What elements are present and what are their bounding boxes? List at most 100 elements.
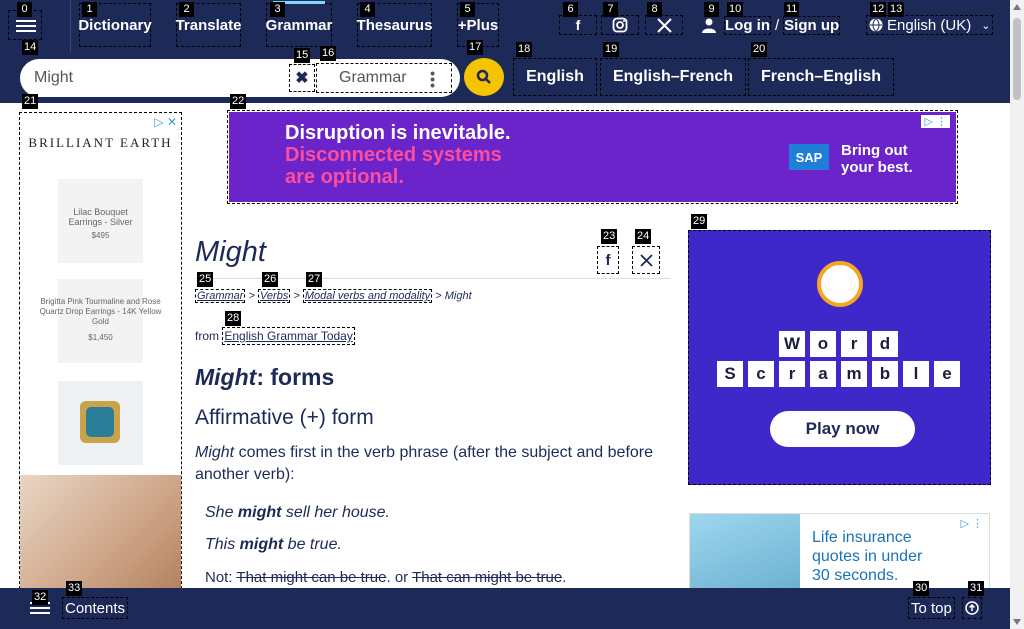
- example-sentence: This might be true.: [205, 536, 342, 554]
- banner-ad-tagline: Bring out your best.: [841, 142, 913, 176]
- marker-label: 14: [22, 40, 39, 55]
- source-link[interactable]: English Grammar Today: [222, 327, 355, 345]
- incorrect-example: That can might be true: [412, 569, 563, 586]
- marker-label: 7: [603, 2, 618, 17]
- page-title: Might: [195, 236, 266, 268]
- sap-logo: SAP: [789, 144, 829, 170]
- word-scramble-ad[interactable]: W o r d S c r a m b l e Play now: [688, 230, 991, 485]
- para-keyword: Might: [195, 444, 235, 461]
- period-text: .: [562, 569, 567, 586]
- page-scrollbar[interactable]: [1010, 0, 1024, 629]
- marker-label: 27: [306, 272, 323, 287]
- ad-choices-icon[interactable]: ▷ ⋮: [921, 115, 950, 128]
- subsection-heading: Affirmative (+) form: [195, 406, 374, 429]
- banner-ad-line: Disruption is inevitable.: [285, 122, 511, 144]
- auth-links: Log in / Sign up: [702, 15, 841, 35]
- letter-tile: l: [903, 361, 929, 387]
- breadcrumb: Grammar > Verbs > Modal verbs and modali…: [195, 289, 472, 303]
- bottom-bar: Contents To top: [0, 588, 1010, 629]
- search-icon: [476, 69, 491, 84]
- banner-ad-tagline-line: your best.: [841, 159, 913, 176]
- marker-label: 18: [516, 42, 533, 57]
- marker-label: 9: [704, 2, 719, 17]
- contents-button[interactable]: Contents: [62, 597, 129, 619]
- instagram-icon[interactable]: [601, 15, 639, 35]
- incorrect-examples: Not: That might can be true. or That can…: [205, 569, 566, 586]
- banner-ad-tagline-line: Bring out: [841, 142, 908, 159]
- insurance-ad-text: Life insurance quotes in under 30 second…: [812, 528, 922, 585]
- x-twitter-icon[interactable]: [645, 15, 683, 35]
- banner-ad-line: are optional.: [285, 166, 404, 188]
- letter-tile: a: [810, 361, 836, 387]
- quicklink-english[interactable]: English: [513, 58, 597, 96]
- login-link[interactable]: Log in: [724, 15, 771, 35]
- marker-label: 3: [270, 2, 285, 17]
- not-label: Not:: [205, 569, 237, 586]
- marker-label: 16: [320, 46, 337, 61]
- marker-label: 1: [82, 2, 97, 17]
- marker-label: 15: [294, 48, 311, 63]
- ad-brand-logo: BRILLIANT EARTH: [28, 135, 173, 150]
- dictionary-selector-label: Grammar: [339, 69, 407, 86]
- marker-label: 30: [913, 581, 930, 596]
- insurance-ad-line: quotes in under: [812, 548, 923, 565]
- ad-product-image[interactable]: Lilac Bouquet Earrings - Silver $495: [58, 179, 143, 263]
- globe-icon: [869, 18, 883, 32]
- source-label: from: [195, 329, 219, 343]
- language-selector[interactable]: English (UK) ⌄: [866, 15, 994, 35]
- chevron-down-icon: ⌄: [981, 19, 991, 32]
- share-facebook-icon[interactable]: f: [597, 246, 619, 274]
- left-ad[interactable]: ▷ ✕ BRILLIANT EARTH Lilac Bouquet Earrin…: [19, 112, 182, 629]
- ad-product-price: $1,450: [88, 333, 113, 342]
- share-x-icon[interactable]: [632, 246, 660, 274]
- example-sentence: She might sell her house.: [205, 504, 390, 522]
- example-text: be true.: [283, 536, 342, 553]
- breadcrumb-verbs[interactable]: Verbs: [258, 289, 291, 303]
- section-heading-word: Might: [195, 364, 257, 390]
- letter-tile: m: [841, 361, 867, 387]
- quicklink-french-english[interactable]: French–English: [748, 58, 894, 96]
- ad-product-price: $495: [91, 231, 110, 240]
- letter-tile: W: [779, 331, 805, 357]
- letter-tile: e: [934, 361, 960, 387]
- breadcrumb-modal-verbs[interactable]: Modal verbs and modality: [302, 289, 433, 303]
- language-label: English (UK): [887, 16, 972, 34]
- search-button[interactable]: [464, 58, 504, 96]
- facebook-icon[interactable]: f: [559, 15, 597, 35]
- signup-link[interactable]: Sign up: [783, 15, 841, 35]
- marker-label: 12: [870, 2, 887, 17]
- marker-label: 21: [22, 94, 39, 109]
- quicklink-english-french[interactable]: English–French: [600, 58, 746, 96]
- example-text: sell her house.: [281, 504, 390, 521]
- ad-product-image[interactable]: Brigitta Pink Tourmaline and Rose Quartz…: [40, 279, 161, 363]
- ad-choices-icon[interactable]: ▷ ✕: [154, 115, 177, 129]
- ad-product-image[interactable]: [58, 381, 143, 465]
- play-now-button[interactable]: Play now: [770, 411, 915, 447]
- arrow-up-circle-icon[interactable]: [962, 597, 982, 619]
- more-options-icon: • • •: [430, 65, 435, 93]
- banner-ad-headline: Disruption is inevitable. Disconnected s…: [285, 122, 511, 188]
- para-text: comes first in the verb phrase (after th…: [195, 444, 654, 483]
- marker-label: 2: [179, 2, 194, 17]
- clear-search-icon[interactable]: ✖: [289, 64, 315, 92]
- section-heading: Might: forms: [195, 364, 334, 391]
- dictionary-selector[interactable]: Grammar • • •: [316, 63, 452, 93]
- search-bar: ✖ Grammar ••• English English–French Fre…: [0, 52, 1010, 103]
- section-heading-rest: : forms: [256, 364, 335, 390]
- breadcrumb-grammar[interactable]: Grammar: [195, 289, 246, 303]
- marker-label: 4: [360, 2, 375, 17]
- ad-choices-icon[interactable]: ▷ ⋮: [960, 517, 983, 530]
- marker-label: 20: [751, 42, 768, 57]
- marker-label: 11: [784, 2, 800, 17]
- letter-tile: r: [779, 361, 805, 387]
- letter-tile: S: [717, 361, 743, 387]
- marker-label: 26: [262, 272, 279, 287]
- banner-ad[interactable]: Disruption is inevitable. Disconnected s…: [227, 110, 958, 204]
- marker-label: 8: [647, 2, 662, 17]
- marker-label: 24: [635, 229, 652, 244]
- to-top-button[interactable]: To top: [908, 597, 955, 619]
- marker-label: 13: [888, 2, 905, 17]
- marker-label: 33: [66, 581, 83, 596]
- search-box: ✖ Grammar •••: [20, 59, 460, 97]
- search-input[interactable]: [34, 67, 284, 89]
